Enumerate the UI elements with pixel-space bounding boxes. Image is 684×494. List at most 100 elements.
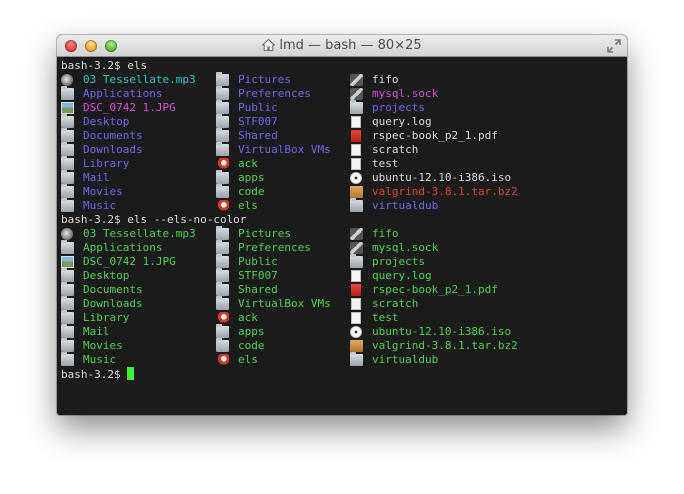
file-name: virtualdub — [372, 353, 439, 366]
folder-icon — [216, 72, 229, 86]
file-name: virtualdub — [372, 199, 439, 212]
file-name: Downloads — [83, 297, 143, 310]
file-name: DSC_0742 1.JPG — [83, 101, 176, 114]
file-name: ubuntu-12.10-i386.iso — [372, 325, 512, 338]
file-name: Music — [83, 353, 117, 366]
folder-icon — [216, 142, 229, 156]
fullscreen-icon[interactable] — [607, 39, 621, 53]
file-name: Preferences — [238, 241, 311, 254]
terminal-content[interactable]: bash-3.2$ els 03 Tessellate.mp3 Applicatio… — [57, 57, 627, 415]
folder-icon — [61, 268, 74, 282]
prompt-text: bash-3.2$ — [61, 368, 128, 381]
music-icon — [61, 74, 73, 86]
file-name: code — [238, 185, 265, 198]
document-icon — [351, 298, 361, 310]
active-prompt[interactable]: bash-3.2$ — [61, 367, 135, 381]
folder-icon — [216, 114, 229, 128]
file-name: mysql.sock — [372, 241, 439, 254]
file-name: VirtualBox VMs — [238, 297, 331, 310]
file-name: Movies — [83, 185, 123, 198]
file-name: DSC_0742 1.JPG — [83, 255, 176, 268]
file-name: test — [372, 311, 399, 324]
file-name: scratch — [372, 297, 419, 310]
document-icon — [351, 270, 361, 282]
folder-icon — [350, 100, 363, 114]
file-name: projects — [372, 101, 425, 114]
title-bar[interactable]: lmd — bash — 80×25 — [57, 35, 627, 57]
folder-icon — [216, 324, 229, 338]
file-name: Applications — [83, 241, 163, 254]
folder-icon — [216, 170, 229, 184]
disc-icon — [350, 326, 362, 338]
folder-icon — [61, 198, 74, 212]
file-name: valgrind-3.8.1.tar.bz2 — [372, 339, 518, 352]
window-title: lmd — bash — 80×25 — [279, 38, 422, 53]
file-name: ack — [238, 157, 258, 170]
image-icon — [61, 102, 74, 114]
file-name: Public — [238, 255, 278, 268]
file-name: Music — [83, 199, 117, 212]
file-name: Library — [83, 311, 130, 324]
rocket-icon — [216, 158, 229, 170]
document-icon — [351, 158, 361, 170]
folder-icon — [61, 352, 74, 366]
command-prompt: bash-3.2$ els --els-no-color — [61, 213, 247, 226]
folder-icon — [350, 254, 363, 268]
file-name: test — [372, 157, 399, 170]
file-name: query.log — [372, 115, 432, 128]
file-name: projects — [372, 255, 425, 268]
home-icon — [262, 39, 276, 51]
file-name: Preferences — [238, 87, 311, 100]
fifo-icon — [350, 74, 363, 86]
fifo-icon — [350, 242, 363, 254]
file-name: query.log — [372, 269, 432, 282]
file-name: apps — [238, 171, 265, 184]
folder-icon — [350, 198, 363, 212]
file-name: Desktop — [83, 269, 130, 282]
file-name: Public — [238, 101, 278, 114]
file-name: Documents — [83, 283, 143, 296]
file-name: 03 Tessellate.mp3 — [83, 73, 196, 86]
folder-icon — [61, 338, 74, 352]
document-icon — [351, 144, 361, 156]
disc-icon — [350, 172, 362, 184]
folder-icon — [61, 114, 74, 128]
folder-icon — [61, 240, 74, 254]
file-name: VirtualBox VMs — [238, 143, 331, 156]
folder-icon — [61, 156, 74, 170]
folder-icon — [216, 254, 229, 268]
file-name: code — [238, 339, 265, 352]
file-name: Library — [83, 157, 130, 170]
file-name: Pictures — [238, 73, 291, 86]
music-icon — [61, 228, 73, 240]
file-name: Shared — [238, 283, 278, 296]
folder-icon — [61, 142, 74, 156]
folder-icon — [216, 338, 229, 352]
folder-icon — [61, 86, 74, 100]
folder-icon — [61, 184, 74, 198]
archive-icon — [350, 186, 363, 198]
folder-icon — [216, 296, 229, 310]
file-name: valgrind-3.8.1.tar.bz2 — [372, 185, 518, 198]
command-prompt: bash-3.2$ els — [61, 59, 148, 72]
folder-icon — [216, 240, 229, 254]
folder-icon — [216, 184, 229, 198]
folder-icon — [216, 268, 229, 282]
folder-icon — [216, 128, 229, 142]
file-name: Movies — [83, 339, 123, 352]
file-name: els — [238, 353, 258, 366]
archive-icon — [350, 340, 363, 352]
folder-icon — [61, 128, 74, 142]
folder-icon — [216, 86, 229, 100]
document-icon — [351, 312, 361, 324]
folder-icon — [350, 352, 363, 366]
file-name: ubuntu-12.10-i386.iso — [372, 171, 512, 184]
file-name: STF007 — [238, 115, 278, 128]
file-name: ack — [238, 311, 258, 324]
folder-icon — [61, 296, 74, 310]
file-name: Shared — [238, 129, 278, 142]
folder-icon — [216, 100, 229, 114]
file-name: 03 Tessellate.mp3 — [83, 227, 196, 240]
file-name: mysql.sock — [372, 87, 439, 100]
file-name: rspec-book_p2_1.pdf — [372, 283, 498, 296]
